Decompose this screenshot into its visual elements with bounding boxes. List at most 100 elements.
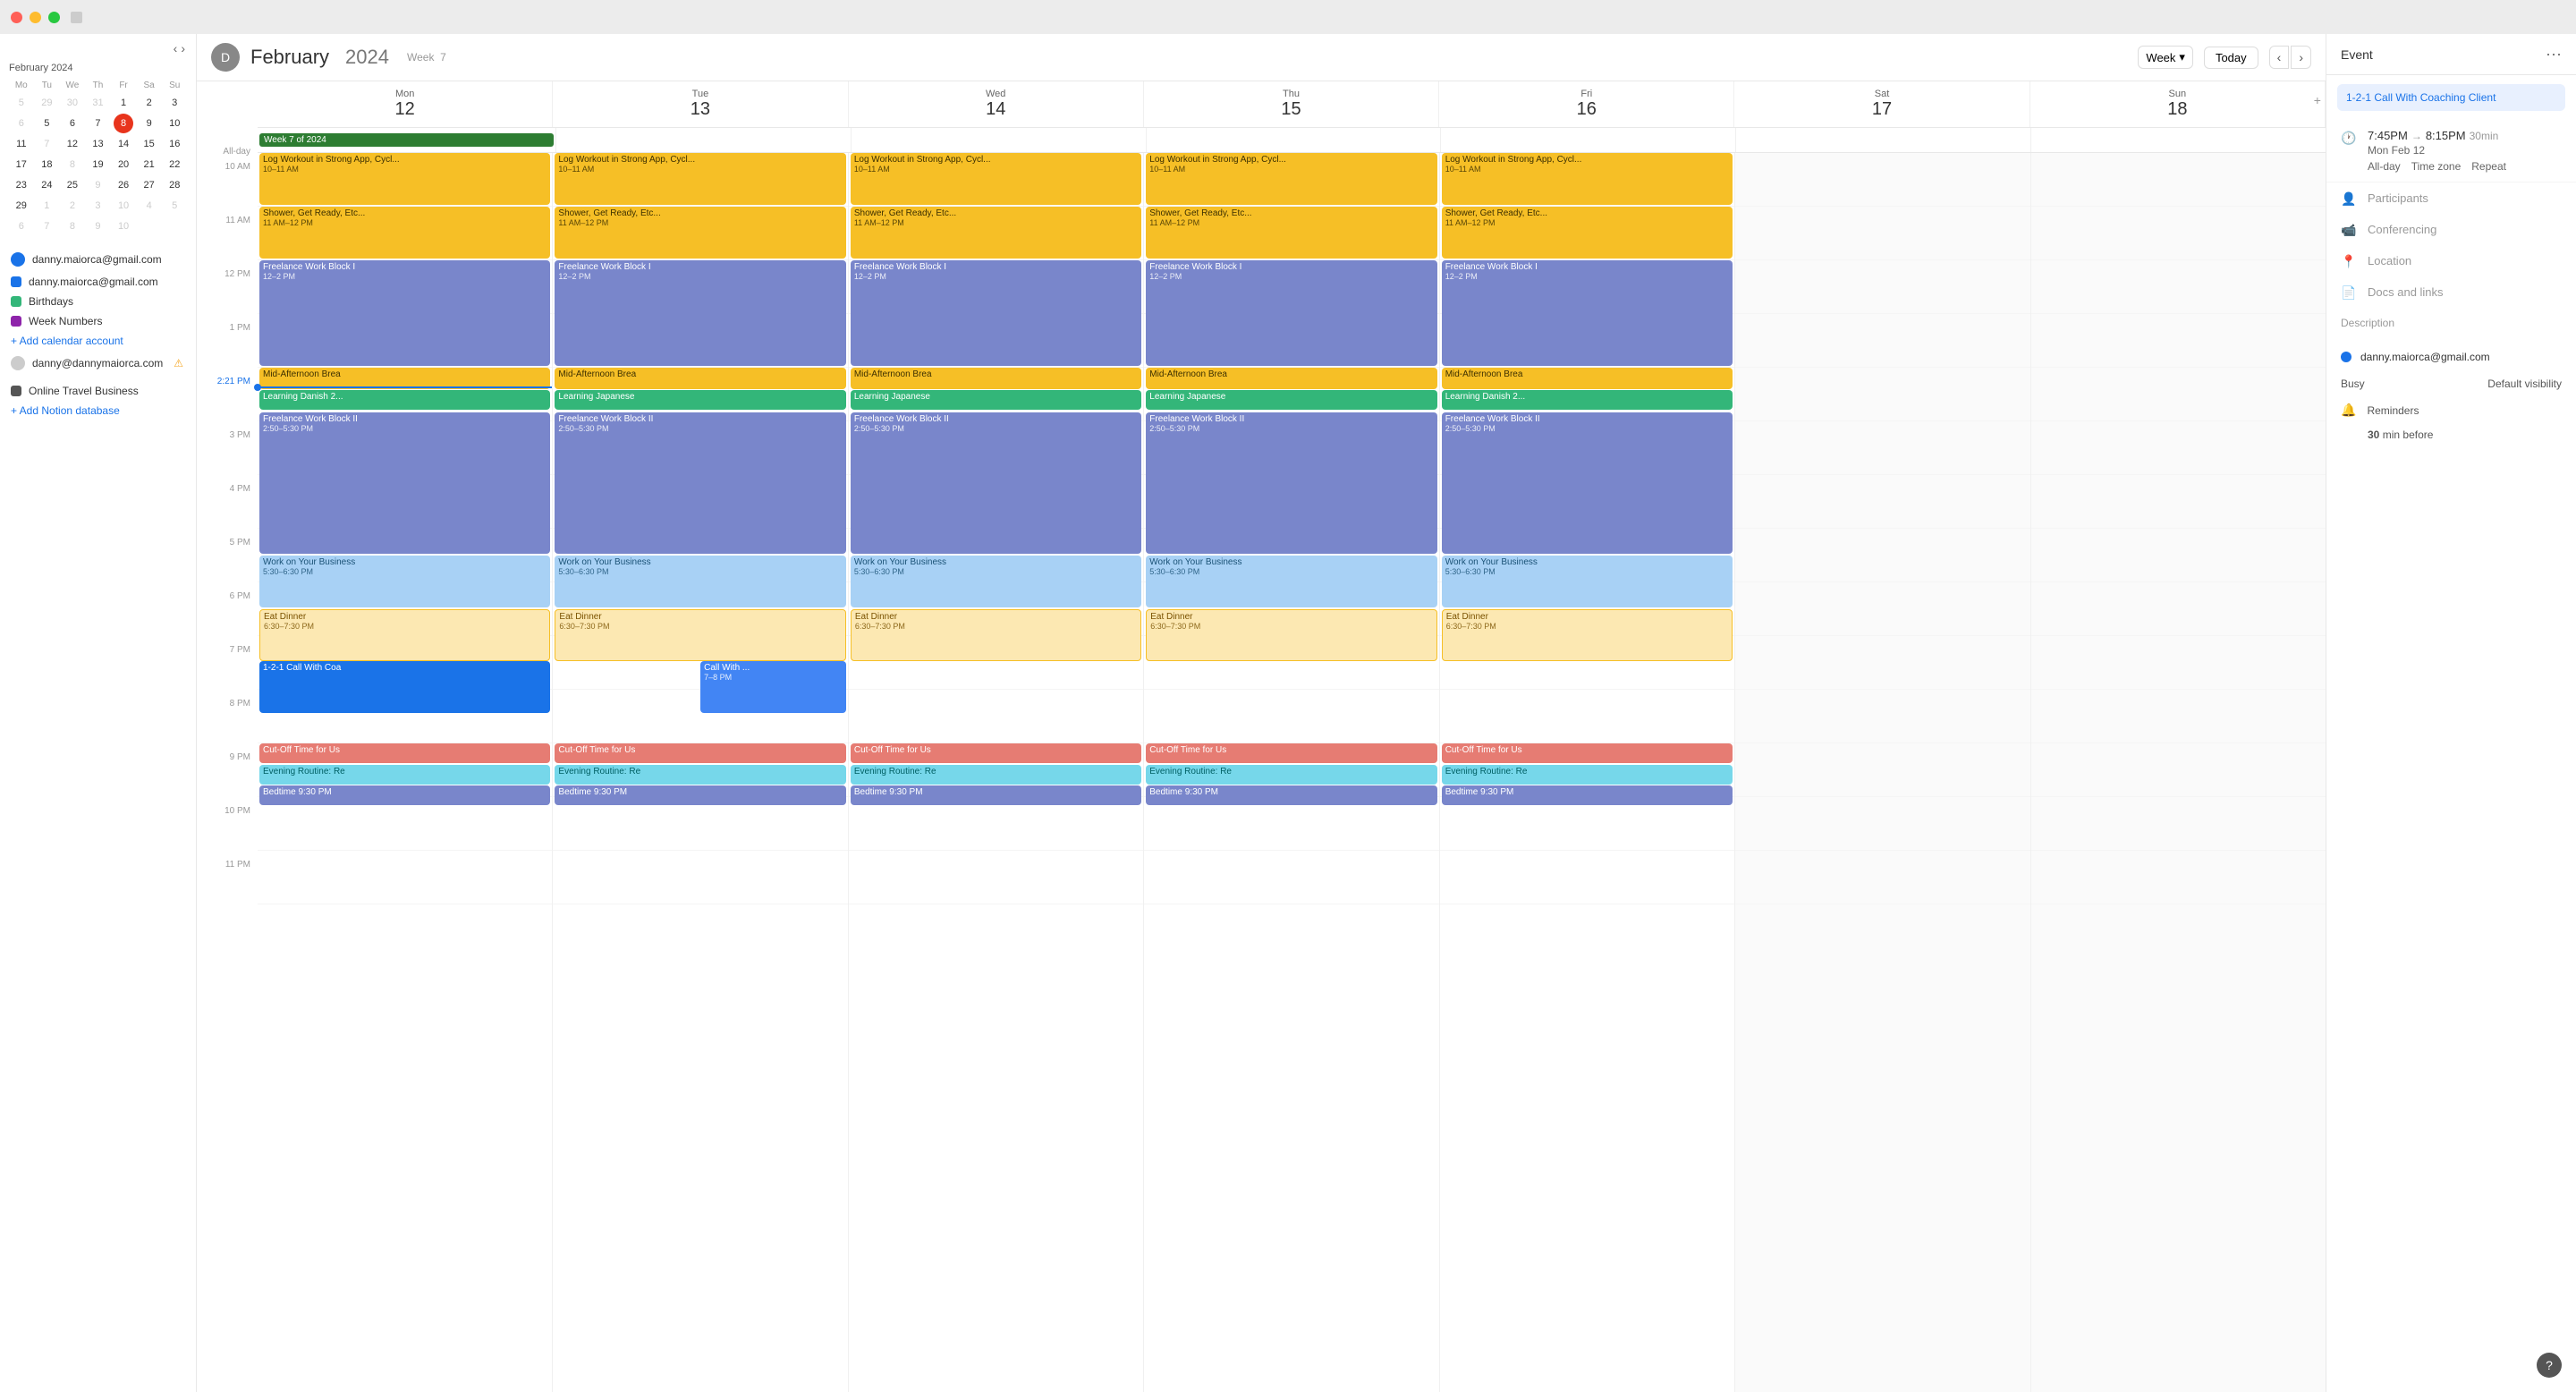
event-midafternoon-thu[interactable]: Mid-Afternoon Brea [1146,368,1436,389]
day-cell-18[interactable]: 18 [37,155,56,174]
day-col-sun[interactable] [2031,153,2326,1392]
event-evening-thu[interactable]: Evening Routine: Re [1146,765,1436,785]
event-dinner-mon[interactable]: Eat Dinner 6:30–7:30 PM [259,609,550,661]
day-cell-29-feb[interactable]: 29 [12,196,31,216]
event-freelance2-mon[interactable]: Freelance Work Block II 2:50–5:30 PM [259,412,550,554]
day-cell-10-mar[interactable]: 10 [114,216,133,236]
allday-cell-wed[interactable] [852,128,1147,152]
event-freelance1-mon[interactable]: Freelance Work Block I 12–2 PM [259,260,550,366]
help-button[interactable]: ? [2537,1353,2562,1378]
day-cell-12[interactable]: 12 [63,134,82,154]
day-cell-16[interactable]: 16 [165,134,184,154]
day-col-fri[interactable]: Log Workout in Strong App, Cycl... 10–11… [1440,153,1735,1392]
event-freelance1-wed[interactable]: Freelance Work Block I 12–2 PM [851,260,1141,366]
day-col-sat[interactable] [1735,153,2030,1392]
day-cell-2-mar[interactable]: 2 [63,196,82,216]
day-cell-3[interactable]: 3 [165,93,184,113]
event-bedtime-thu[interactable]: Bedtime 9:30 PM [1146,785,1436,805]
event-evening-tue[interactable]: Evening Routine: Re [555,765,845,785]
event-log-workout-fri[interactable]: Log Workout in Strong App, Cycl... 10–11… [1442,153,1733,205]
allday-cell-mon[interactable]: Week 7 of 2024 [258,128,556,152]
event-evening-wed[interactable]: Evening Routine: Re [851,765,1141,785]
day-cell-24[interactable]: 24 [37,175,56,195]
nav-up-arrow[interactable]: ‹ [174,41,178,55]
event-cutoff-fri[interactable]: Cut-Off Time for Us [1442,743,1733,763]
event-evening-mon[interactable]: Evening Routine: Re [259,765,550,785]
repeat-option[interactable]: Repeat [2471,160,2506,173]
day-cell-15[interactable]: 15 [140,134,159,154]
event-midafternoon-wed[interactable]: Mid-Afternoon Brea [851,368,1141,389]
sidebar-account-gmail-2[interactable]: danny.maiorca@gmail.com [0,272,196,292]
event-bedtime-fri[interactable]: Bedtime 9:30 PM [1442,785,1733,805]
event-shower-tue[interactable]: Shower, Get Ready, Etc... 11 AM–12 PM [555,207,845,259]
maximize-button[interactable] [48,12,60,23]
sidebar-item-week-numbers[interactable]: Week Numbers [0,311,196,331]
event-work-wed[interactable]: Work on Your Business 5:30–6:30 PM [851,556,1141,607]
selected-event-button[interactable]: 1-2-1 Call With Coaching Client [2337,84,2565,111]
day-cell-8-today[interactable]: 8 [114,114,133,133]
event-work-tue[interactable]: Work on Your Business 5:30–6:30 PM [555,556,845,607]
event-freelance2-wed[interactable]: Freelance Work Block II 2:50–5:30 PM [851,412,1141,554]
day-header-tue[interactable]: Tue 13 [553,81,848,127]
day-cell-4-mar[interactable]: 4 [140,196,159,216]
day-cell-28[interactable]: 28 [165,175,184,195]
day-cell-13[interactable]: 13 [88,134,107,154]
event-log-workout-tue[interactable]: Log Workout in Strong App, Cycl... 10–11… [555,153,845,205]
prev-week-button[interactable]: ‹ [2269,46,2290,69]
nav-down-arrow[interactable]: › [181,41,185,55]
week7-event[interactable]: Week 7 of 2024 [259,133,554,147]
allday-cell-sun[interactable] [2031,128,2326,152]
day-cell-8-mar[interactable]: 8 [63,216,82,236]
day-cell-19[interactable]: 19 [88,155,107,174]
day-cell-23[interactable]: 23 [12,175,31,195]
day-cell-20[interactable]: 20 [114,155,133,174]
close-button[interactable] [11,12,22,23]
event-work-mon[interactable]: Work on Your Business 5:30–6:30 PM [259,556,550,607]
event-log-workout-thu[interactable]: Log Workout in Strong App, Cycl... 10–11… [1146,153,1436,205]
sidebar-online-travel[interactable]: Online Travel Business [0,381,196,401]
event-freelance2-fri[interactable]: Freelance Work Block II 2:50–5:30 PM [1442,412,1733,554]
day-cell-6[interactable]: 6 [63,114,82,133]
next-week-button[interactable]: › [2291,46,2311,69]
event-learning-wed[interactable]: Learning Japanese [851,390,1141,410]
day-cell-11[interactable]: 11 [12,134,31,154]
event-dinner-tue[interactable]: Eat Dinner 6:30–7:30 PM [555,609,845,661]
day-cell-21[interactable]: 21 [140,155,159,174]
allday-cell-thu[interactable] [1147,128,1442,152]
allday-cell-fri[interactable] [1441,128,1736,152]
event-callwith-tue[interactable]: Call With ... 7–8 PM [700,661,846,713]
day-header-sat[interactable]: Sat 17 [1734,81,2029,127]
day-cell-1[interactable]: 1 [114,93,133,113]
event-learning-thu[interactable]: Learning Japanese [1146,390,1436,410]
event-learning-fri[interactable]: Learning Danish 2... [1442,390,1733,410]
day-col-wed[interactable]: Log Workout in Strong App, Cycl... 10–11… [849,153,1144,1392]
event-freelance2-thu[interactable]: Freelance Work Block II 2:50–5:30 PM [1146,412,1436,554]
day-cell-26[interactable]: 26 [114,175,133,195]
day-cell-29[interactable]: 29 [37,93,56,113]
today-button[interactable]: Today [2204,47,2258,69]
event-dinner-fri[interactable]: Eat Dinner 6:30–7:30 PM [1442,609,1733,661]
event-bedtime-mon[interactable]: Bedtime 9:30 PM [259,785,550,805]
add-calendar-button[interactable]: + Add calendar account [0,331,196,351]
event-work-fri[interactable]: Work on Your Business 5:30–6:30 PM [1442,556,1733,607]
event-freelance2-tue[interactable]: Freelance Work Block II 2:50–5:30 PM [555,412,845,554]
event-cutoff-wed[interactable]: Cut-Off Time for Us [851,743,1141,763]
day-col-thu[interactable]: Log Workout in Strong App, Cycl... 10–11… [1144,153,1439,1392]
event-freelance1-thu[interactable]: Freelance Work Block I 12–2 PM [1146,260,1436,366]
day-cell-7-mar[interactable]: 7 [37,216,56,236]
event-evening-fri[interactable]: Evening Routine: Re [1442,765,1733,785]
day-header-fri[interactable]: Fri 16 [1439,81,1734,127]
event-learning-mon[interactable]: Learning Danish 2... [259,390,550,410]
event-shower-wed[interactable]: Shower, Get Ready, Etc... 11 AM–12 PM [851,207,1141,259]
event-shower-fri[interactable]: Shower, Get Ready, Etc... 11 AM–12 PM [1442,207,1733,259]
allday-option[interactable]: All-day [2368,160,2401,173]
allday-cell-tue[interactable] [556,128,852,152]
day-cell-22[interactable]: 22 [165,155,184,174]
day-cell-14[interactable]: 14 [114,134,133,154]
event-learning-tue[interactable]: Learning Japanese [555,390,845,410]
view-mode-select[interactable]: Week ▾ [2138,46,2193,69]
day-cell-1-mar[interactable]: 1 [37,196,56,216]
day-cell-31[interactable]: 31 [88,93,107,113]
event-coaching-mon[interactable]: 1-2-1 Call With Coa [259,661,550,713]
allday-cell-sat[interactable] [1736,128,2031,152]
